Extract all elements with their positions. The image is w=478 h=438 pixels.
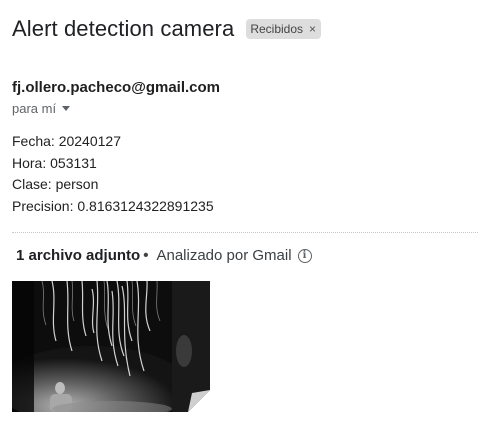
info-icon[interactable]: i bbox=[297, 248, 312, 263]
email-subject: Alert detection camera bbox=[12, 16, 235, 41]
night-camera-image bbox=[12, 281, 210, 412]
attachments-header: 1 archivo adjunto • Analizado por Gmail … bbox=[16, 247, 312, 264]
recipient-details-toggle[interactable]: para mí bbox=[12, 101, 71, 116]
body-line-date: Fecha: 20240127 bbox=[12, 133, 121, 149]
attachments-divider bbox=[12, 232, 478, 233]
remove-label-icon[interactable]: × bbox=[309, 22, 316, 36]
label-chip-inbox[interactable]: Recibidos × bbox=[246, 19, 322, 39]
body-line-class: Clase: person bbox=[12, 176, 99, 192]
body-line-time: Hora: 053131 bbox=[12, 154, 97, 171]
email-body: Fecha: 20240127 Hora: 053131 Clase: pers… bbox=[12, 131, 214, 217]
attachment-thumbnail[interactable] bbox=[12, 281, 210, 412]
sender-email[interactable]: fj.ollero.pacheco@gmail.com bbox=[12, 79, 220, 96]
body-line-precision: Precision: 0.8163124322891235 bbox=[12, 197, 214, 214]
attachment-count: 1 archivo adjunto bbox=[16, 247, 141, 264]
label-chip-text: Recibidos bbox=[250, 22, 304, 36]
recipient-label: para mí bbox=[12, 101, 57, 116]
email-subject-row: Alert detection camera Recibidos × bbox=[12, 16, 322, 42]
caret-down-icon[interactable] bbox=[62, 106, 71, 111]
separator-dot: • bbox=[143, 247, 149, 264]
scanned-by-gmail: Analizado por Gmail bbox=[156, 247, 292, 264]
